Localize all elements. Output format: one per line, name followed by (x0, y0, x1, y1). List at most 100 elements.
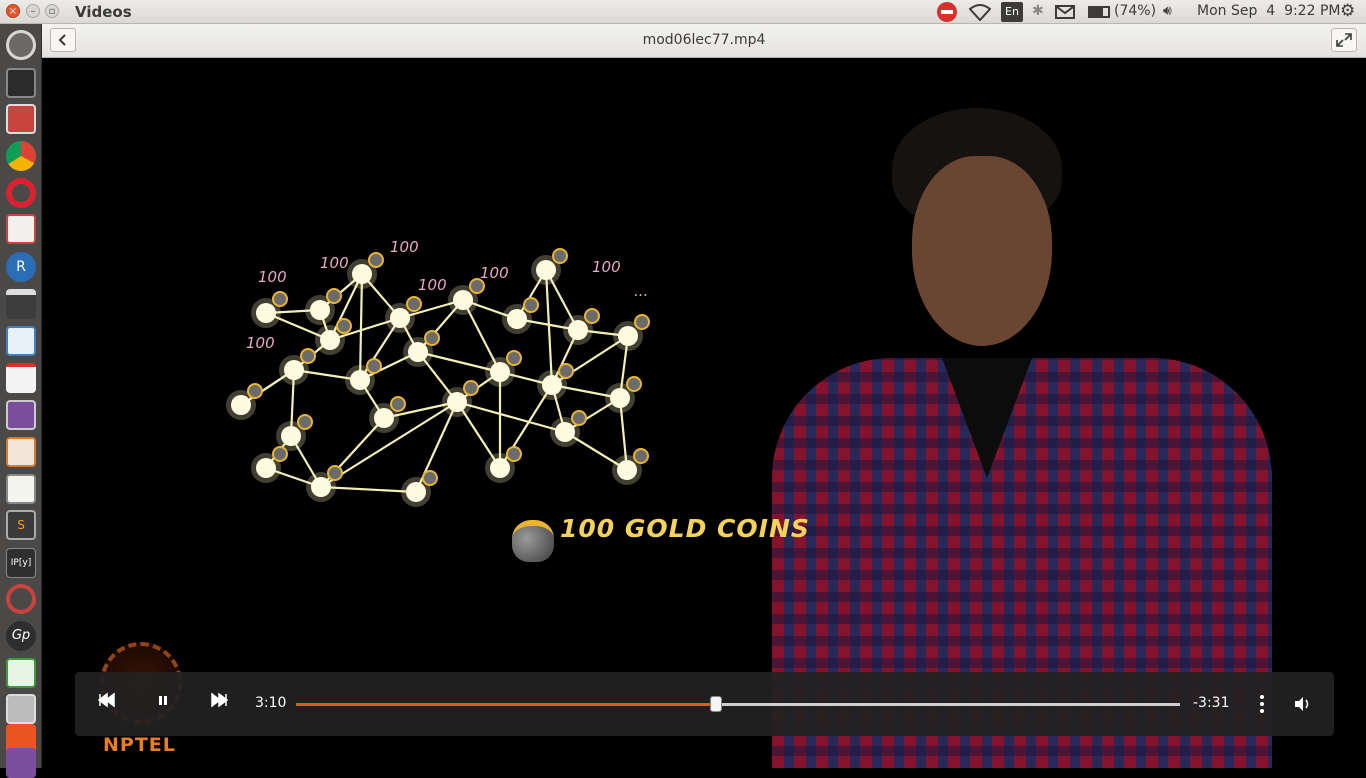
gold-pot-icon (272, 446, 288, 462)
battery-percentage[interactable]: (74%) (1114, 3, 1156, 19)
gold-pot-icon (506, 446, 522, 462)
gold-pot-icon (300, 348, 316, 364)
network-node (284, 360, 304, 380)
speaker-icon (1295, 697, 1309, 711)
gold-pot-icon (366, 358, 382, 374)
opera-browser-icon[interactable] (6, 178, 36, 208)
dash-home-icon[interactable] (6, 30, 36, 60)
gold-pot-icon (523, 297, 539, 313)
launcher: R S IP[y] Gp (0, 24, 42, 778)
network-node (374, 408, 394, 428)
workspace-switcher-icon[interactable] (6, 748, 36, 778)
settings-wheel-icon[interactable] (6, 584, 36, 614)
volume-icon[interactable]: 🔊︎ (1163, 3, 1172, 19)
network-edge (544, 269, 554, 386)
fullscreen-button[interactable] (1331, 28, 1357, 52)
previous-button[interactable] (97, 690, 117, 714)
gold-pot-icon (571, 410, 587, 426)
network-node (555, 422, 575, 442)
archive-manager-icon[interactable] (6, 104, 36, 134)
video-editor-icon[interactable] (6, 289, 36, 319)
gold-pot-icon (558, 363, 574, 379)
gold-pot-icon (424, 330, 440, 346)
node-label: 100 (390, 238, 419, 256)
clock[interactable]: Mon Sep 4 9:22 PM (1197, 3, 1340, 19)
top-panel: × – ▫ Videos En ✱ (74%) 🔊︎ Mon Sep 4 9:2… (0, 0, 1366, 24)
gold-pot-icon (327, 465, 343, 481)
writer-document-icon[interactable] (6, 326, 36, 356)
gold-coins-caption: 100 GOLD COINS (560, 514, 810, 543)
elapsed-time: 3:10 (255, 695, 287, 711)
network-node (490, 362, 510, 382)
gold-pot-icon (506, 350, 522, 366)
gold-pot-icon (584, 308, 600, 324)
mail-icon[interactable] (1055, 5, 1075, 19)
sublime-text-icon[interactable]: S (6, 510, 36, 540)
media-player-icon[interactable] (6, 400, 36, 430)
network-node (281, 426, 301, 446)
chrome-browser-icon[interactable] (6, 141, 36, 171)
wifi-icon[interactable] (968, 3, 992, 25)
remaining-time: -3:31 (1193, 695, 1230, 711)
no-entry-icon[interactable] (937, 2, 957, 22)
gold-pot-icon (297, 414, 313, 430)
network-node (310, 300, 330, 320)
network-node (542, 375, 562, 395)
network-node (408, 342, 428, 362)
network-node (453, 290, 473, 310)
settings-gear-icon[interactable]: ⚙ (1340, 1, 1355, 21)
gmail-icon[interactable] (6, 363, 36, 393)
seek-bar-progress (296, 703, 716, 706)
ipython-icon[interactable]: IP[y] (6, 548, 36, 578)
gold-pot-icon (552, 248, 568, 264)
volume-button[interactable] (1292, 694, 1312, 718)
r-language-icon[interactable]: R (6, 252, 36, 282)
node-label: 100 (246, 334, 275, 352)
video-frame[interactable]: 100 100 100 100 100 100 100... 100 GOLD COINS … (42, 58, 1366, 768)
more-options-button[interactable] (1257, 694, 1267, 718)
network-node (568, 320, 588, 340)
gold-pot-icon (463, 380, 479, 396)
document-viewer-icon[interactable] (6, 214, 36, 244)
text-editor-icon[interactable] (6, 474, 36, 504)
network-node (320, 330, 340, 350)
gold-pot-icon (390, 396, 406, 412)
network-node (352, 264, 372, 284)
network-node (256, 303, 276, 323)
kebab-menu-icon (1260, 695, 1264, 713)
next-button[interactable] (209, 690, 229, 714)
network-node (447, 392, 467, 412)
header-bar: mod06lec77.mp4 (42, 24, 1366, 58)
minimize-window-button[interactable]: – (26, 4, 40, 18)
gold-pot-icon (326, 288, 342, 304)
network-node (256, 458, 276, 478)
battery-icon[interactable] (1088, 6, 1110, 18)
skip-back-icon (97, 692, 115, 708)
seek-bar[interactable] (296, 696, 1180, 712)
drive-icon[interactable] (6, 694, 36, 724)
pause-button[interactable] (155, 690, 171, 714)
close-window-button[interactable]: × (6, 4, 20, 18)
network-node (311, 477, 331, 497)
network-node (350, 370, 370, 390)
node-label: ... (634, 282, 648, 300)
node-label: 100 (320, 254, 349, 272)
spreadsheet-icon[interactable] (6, 658, 36, 688)
gold-pot-icon (272, 291, 288, 307)
network-node (536, 260, 556, 280)
terminal-icon[interactable] (6, 68, 36, 98)
presentation-icon[interactable] (6, 437, 36, 467)
gold-pot-icon (512, 520, 554, 562)
gold-pot-icon (626, 376, 642, 392)
network-node (507, 309, 527, 329)
seek-bar-handle[interactable] (709, 696, 722, 712)
geogebra-icon[interactable]: Gp (6, 621, 36, 651)
pause-icon (159, 696, 167, 705)
node-label: 100 (480, 264, 509, 282)
keyboard-layout-indicator[interactable]: En (1001, 2, 1023, 22)
bluetooth-icon[interactable]: ✱ (1032, 3, 1044, 19)
gold-pot-icon (368, 252, 384, 268)
maximize-window-button[interactable]: ▫ (45, 4, 59, 18)
fullscreen-icon (1336, 33, 1352, 47)
network-node (617, 460, 637, 480)
